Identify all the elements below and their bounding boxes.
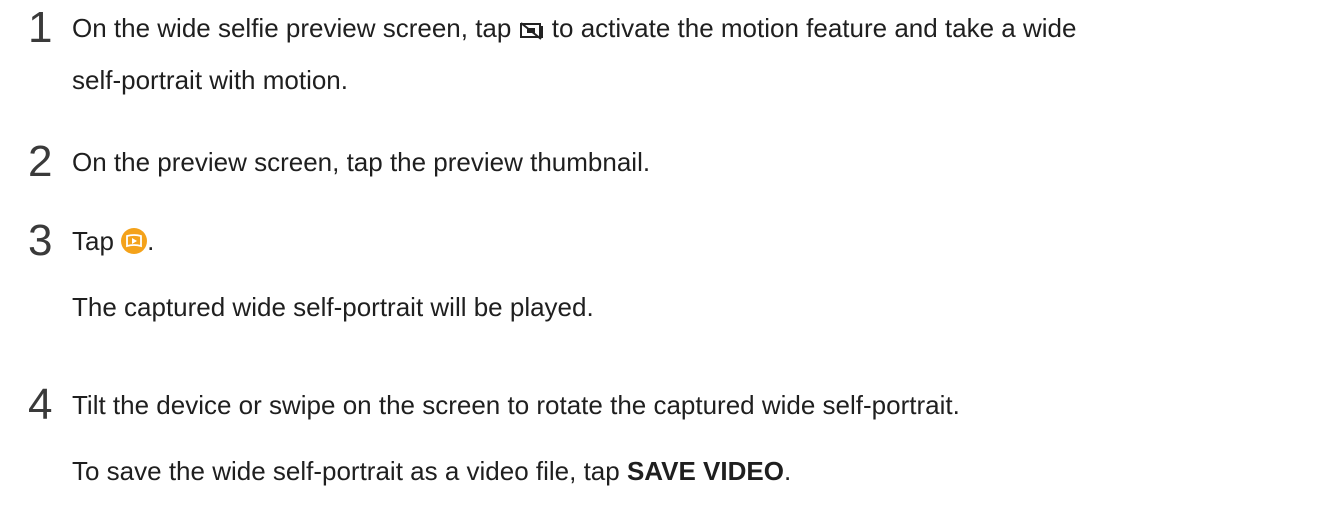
step-number-4: 4 xyxy=(28,380,53,429)
step-3-text-before-icon: Tap xyxy=(72,226,122,256)
play-panorama-icon xyxy=(121,228,148,261)
step-1-line-2: self-portrait with motion. xyxy=(72,65,348,95)
step-4-note-after: . xyxy=(783,456,792,486)
step-number-3: 3 xyxy=(28,216,53,265)
step-3-line: Tap . xyxy=(72,225,154,261)
step-3-result: The captured wide self-portrait will be … xyxy=(72,292,594,322)
step-number-2: 2 xyxy=(28,137,53,186)
step-3-text-after-icon: . xyxy=(147,226,155,256)
step-number-1: 1 xyxy=(28,3,53,52)
step-4-text: Tilt the device or swipe on the screen t… xyxy=(72,390,960,420)
step-1-line-1: On the wide selfie preview screen, tap t… xyxy=(72,12,1076,48)
step-1-text-after-icon: to activate the motion feature and take … xyxy=(544,13,1077,43)
step-2-text: On the preview screen, tap the preview t… xyxy=(72,147,651,177)
step-4-note-before: To save the wide self-portrait as a vide… xyxy=(72,456,627,486)
step-4-note: To save the wide self-portrait as a vide… xyxy=(72,455,791,487)
motion-toggle-icon xyxy=(519,16,545,48)
step-1-text-before-icon: On the wide selfie preview screen, tap xyxy=(72,13,519,43)
save-video-label: SAVE VIDEO xyxy=(626,456,784,486)
